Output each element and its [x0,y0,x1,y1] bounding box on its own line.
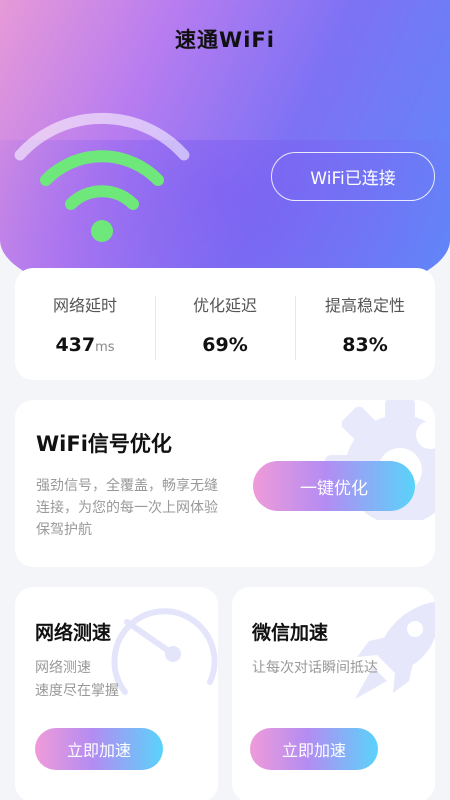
stat-value: 69% [202,334,248,356]
wechat-boost-description: 让每次对话瞬间抵达 [252,660,378,676]
stat-label: 网络延时 [52,296,117,315]
stat-latency: 网络延时 437ms [15,292,155,356]
stat-label: 优化延迟 [192,296,257,315]
stat-value: 83% [342,334,388,356]
stat-stability: 提高稳定性 83% [295,292,435,360]
optimize-description: 强劲信号，全覆盖，畅享无缝连接，为您的每一次上网体验保驾护航 [36,478,218,538]
speed-test-title: 网络测速 [35,622,112,644]
wifi-optimize-card: WiFi信号优化 强劲信号，全覆盖，畅享无缝连接，为您的每一次上网体验保驾护航 … [15,400,435,567]
wechat-boost-title: 微信加速 [252,622,329,644]
speed-test-accelerate-button[interactable]: 立即加速 [35,728,163,770]
rocket-icon [355,601,435,699]
wifi-status-pill[interactable]: WiFi已连接 [271,152,435,201]
wechat-accelerate-button[interactable]: 立即加速 [250,728,378,770]
latency-number: 437 [55,334,96,356]
stats-card: 网络延时 437ms 优化延迟 69% 提高稳定性 83% [15,268,435,380]
one-click-optimize-button[interactable]: 一键优化 [253,461,415,511]
wechat-boost-card: 微信加速 让每次对话瞬间抵达 立即加速 [232,587,435,800]
stat-value: 437ms [15,334,155,356]
speed-test-description: 网络测速 速度尽在掌握 [35,657,215,703]
latency-unit: ms [95,340,115,355]
hero-banner: 速通WiFi WiFi已连接 [0,0,450,310]
stat-optimized-delay: 优化延迟 69% [155,292,295,360]
stat-label: 提高稳定性 [324,296,405,315]
speed-test-desc-line1: 网络测速 [35,660,91,676]
wifi-icon [14,112,190,242]
speed-test-card: 网络测速 网络测速 速度尽在掌握 立即加速 [15,587,218,800]
optimize-title: WiFi信号优化 [36,432,172,456]
app-title: 速通WiFi [175,28,275,52]
speed-test-desc-line2: 速度尽在掌握 [35,683,119,699]
